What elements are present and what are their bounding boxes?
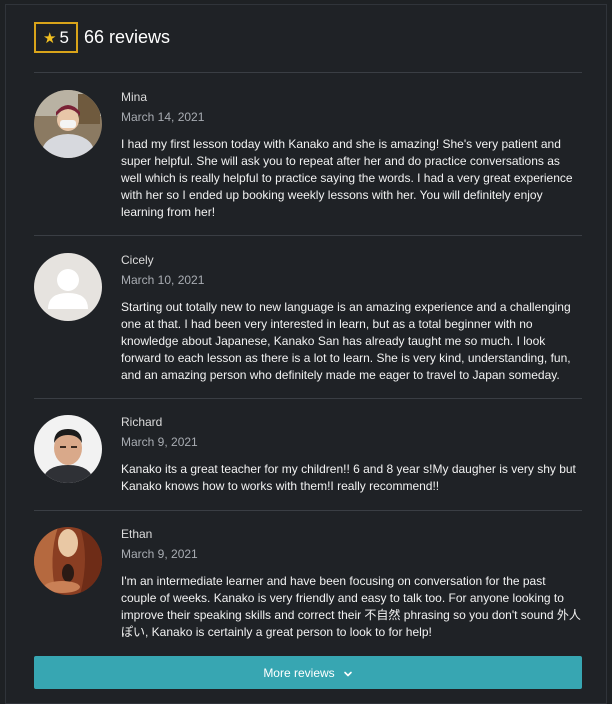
avatar: [34, 527, 102, 595]
reviewer-name: Richard: [121, 415, 163, 429]
divider: [34, 235, 582, 236]
review-count: 66 reviews: [84, 27, 171, 47]
reviewer-name: Cicely: [121, 253, 154, 267]
avatar: [34, 90, 102, 158]
review-date: March 9, 2021: [121, 435, 198, 449]
review-date: March 9, 2021: [121, 547, 198, 561]
star-icon: ★: [43, 29, 57, 47]
rating-value: 5: [59, 27, 69, 47]
reviewer-name: Ethan: [121, 527, 153, 541]
review-text: Kanako its a great teacher for my childr…: [121, 462, 576, 493]
review-date: March 10, 2021: [121, 273, 205, 287]
review-text: Starting out totally new to new language…: [121, 300, 571, 382]
divider: [34, 72, 582, 73]
review-text: I'm an intermediate learner and have bee…: [121, 574, 581, 639]
reviewer-name: Mina: [121, 90, 148, 104]
avatar: [34, 253, 102, 321]
chevron-down-icon: [343, 668, 353, 678]
more-reviews-button[interactable]: More reviews: [34, 656, 582, 689]
divider: [34, 398, 582, 399]
review-text: I had my first lesson today with Kanako …: [121, 137, 573, 219]
review-date: March 14, 2021: [121, 110, 205, 124]
more-reviews-label: More reviews: [263, 665, 335, 680]
avatar: [34, 415, 102, 483]
rating-badge: ★ 5: [34, 22, 78, 53]
reviews-summary: ★ 5 66 reviews: [34, 22, 170, 53]
reviews-panel: ★ 5 66 reviews Mina March 14, 2021 I had…: [5, 4, 607, 704]
divider: [34, 510, 582, 511]
